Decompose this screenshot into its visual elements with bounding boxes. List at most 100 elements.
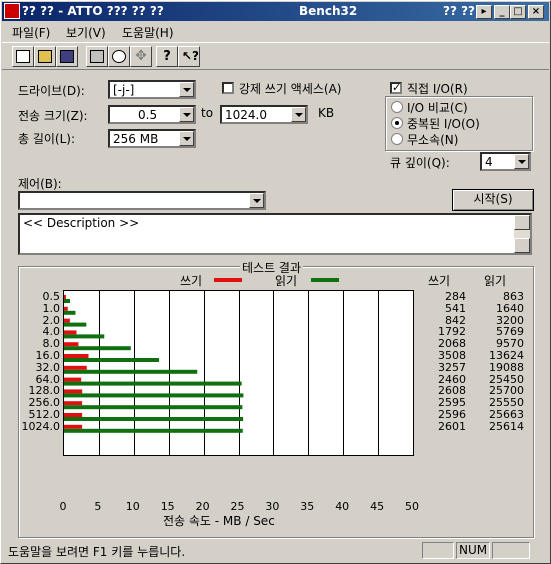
read-bar xyxy=(64,299,71,303)
print-preview-icon xyxy=(112,50,126,63)
description-textarea[interactable]: << Description >> xyxy=(18,213,532,255)
read-bar xyxy=(64,358,160,362)
toolbar: ✥ ? ↖? xyxy=(2,42,549,70)
description-scrollbar[interactable] xyxy=(514,215,530,253)
neither-radio[interactable] xyxy=(391,133,403,145)
transfer-to-value: 1024.0 xyxy=(225,108,267,122)
io-compare-radio[interactable] xyxy=(391,101,403,113)
kb-label: KB xyxy=(318,106,335,120)
menu-view[interactable]: 보기(V) xyxy=(66,24,106,41)
write-bar xyxy=(64,365,87,370)
force-write-label: 강제 쓰기 액세스(A) xyxy=(239,82,342,96)
control-select[interactable] xyxy=(18,191,266,210)
move-button[interactable]: ✥ xyxy=(130,46,152,67)
write-bar xyxy=(64,389,83,394)
write-bar xyxy=(64,295,66,299)
chevron-down-icon[interactable] xyxy=(291,107,306,122)
open-button[interactable] xyxy=(34,46,56,67)
x-tick-label: 10 xyxy=(125,500,140,513)
start-button[interactable]: 시작(S) xyxy=(452,189,534,211)
help-button[interactable]: ? xyxy=(156,46,178,67)
total-length-label: 총 길이(L): xyxy=(18,132,76,146)
status-panel-caps xyxy=(422,542,454,559)
close-button[interactable]: × xyxy=(528,5,544,19)
total-length-select[interactable]: 256 MB xyxy=(108,129,196,148)
new-button[interactable] xyxy=(12,46,34,67)
chart-plot-area xyxy=(63,290,414,456)
write-bar xyxy=(64,330,77,335)
write-legend-label: 쓰기 xyxy=(180,274,203,288)
window-right-title: ?? ?? xyxy=(443,4,476,18)
read-bar xyxy=(64,393,244,398)
move-icon: ✥ xyxy=(135,48,147,64)
save-button[interactable] xyxy=(56,46,78,67)
x-tick-label: 0 xyxy=(59,500,67,513)
drive-select[interactable]: [-j-] xyxy=(108,80,196,99)
read-bar xyxy=(64,369,198,374)
status-bar: 도움말을 보려면 F1 키를 누릅니다. NUM xyxy=(2,540,549,562)
write-bar xyxy=(64,424,83,429)
queue-depth-value: 4 xyxy=(485,155,493,169)
new-icon xyxy=(16,50,30,63)
drive-value: [-j-] xyxy=(113,83,135,97)
queue-depth-label: 큐 깊이(Q): xyxy=(390,156,450,170)
maximize-button[interactable]: □ xyxy=(510,5,526,19)
write-column-header: 쓰기 xyxy=(428,274,451,288)
print-button[interactable] xyxy=(86,46,108,67)
minimize-button[interactable]: _ xyxy=(494,5,510,19)
transfer-size-label: 전송 크기(Z): xyxy=(18,109,88,123)
y-tick-label: 1024.0 xyxy=(21,419,61,433)
title-bar[interactable]: ?? ?? - ATTO ??? ?? ?? Bench32 ?? ?? ▸ _… xyxy=(2,2,549,21)
read-bar xyxy=(64,334,105,339)
menu-help[interactable]: 도움말(H) xyxy=(122,24,174,41)
read-legend-label: 읽기 xyxy=(275,274,298,288)
chevron-down-icon[interactable] xyxy=(249,193,264,208)
transfer-from-select[interactable]: 0.5 xyxy=(108,105,196,124)
overlapped-io-radio[interactable] xyxy=(391,117,403,129)
app-icon xyxy=(4,3,20,19)
window-title: ?? ?? - ATTO ??? ?? ?? xyxy=(22,4,164,18)
write-bar xyxy=(64,306,68,311)
window-center-title: Bench32 xyxy=(299,4,358,18)
status-text: 도움말을 보려면 F1 키를 누릅니다. xyxy=(8,545,186,559)
chevron-down-icon[interactable] xyxy=(179,131,194,146)
read-bar xyxy=(64,346,131,351)
write-bar xyxy=(64,318,70,323)
status-num: NUM xyxy=(456,542,490,559)
description-text: << Description >> xyxy=(23,216,140,230)
direct-io-checkbox[interactable]: ✓ xyxy=(390,82,402,94)
chevron-down-icon[interactable] xyxy=(179,107,194,122)
read-column-header: 읽기 xyxy=(484,274,507,288)
read-bar xyxy=(64,322,87,327)
transfer-from-value: 0.5 xyxy=(138,108,158,122)
read-bar xyxy=(64,405,243,410)
x-axis-label: 전송 속도 - MB / Sec xyxy=(163,514,275,528)
help-icon: ? xyxy=(163,49,171,64)
print-preview-button[interactable] xyxy=(108,46,130,67)
menu-file[interactable]: 파일(F) xyxy=(12,24,50,41)
status-panel-scrl xyxy=(492,542,530,559)
scroll-up-icon[interactable] xyxy=(514,215,530,230)
x-tick-label: 5 xyxy=(94,500,102,513)
read-bar xyxy=(64,417,244,421)
scroll-down-icon[interactable] xyxy=(514,238,530,253)
chevron-down-icon[interactable] xyxy=(514,154,529,169)
to-label: to xyxy=(201,106,214,120)
x-tick-label: 40 xyxy=(335,500,350,513)
write-bar xyxy=(64,413,83,417)
queue-depth-select[interactable]: 4 xyxy=(480,152,531,171)
read-bar xyxy=(64,428,243,433)
drive-label: 드라이브(D): xyxy=(18,84,85,98)
x-tick-label: 45 xyxy=(370,500,385,513)
force-write-checkbox[interactable] xyxy=(222,82,234,94)
chart-svg xyxy=(64,291,379,455)
context-help-button[interactable]: ↖? xyxy=(178,46,200,67)
save-icon xyxy=(60,50,74,63)
transfer-to-select[interactable]: 1024.0 xyxy=(220,105,308,124)
write-bar xyxy=(64,354,89,358)
read-bar xyxy=(64,381,242,386)
write-bar xyxy=(64,401,83,406)
help-arrow-icon[interactable]: ▸ xyxy=(476,5,492,19)
neither-label: 무소속(N) xyxy=(407,133,459,147)
chevron-down-icon[interactable] xyxy=(179,82,194,97)
